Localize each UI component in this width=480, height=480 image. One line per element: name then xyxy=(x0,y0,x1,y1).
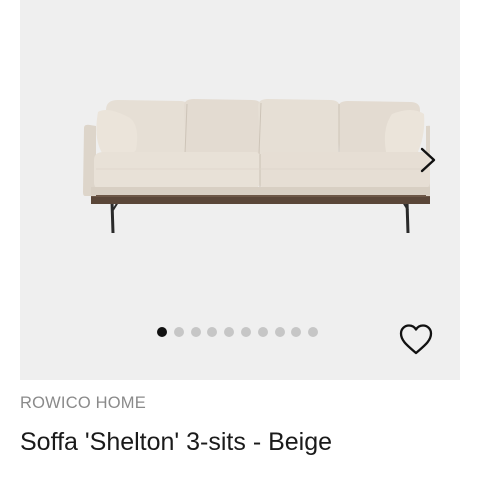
image-dot-7[interactable] xyxy=(257,327,268,337)
image-dot-10[interactable] xyxy=(308,327,319,337)
image-dot-8[interactable] xyxy=(274,327,285,337)
image-dot-4[interactable] xyxy=(207,327,218,337)
image-dot-3[interactable] xyxy=(190,327,201,337)
image-dot-5[interactable] xyxy=(224,327,235,337)
product-title: Soffa 'Shelton' 3-sits - Beige xyxy=(20,428,333,456)
image-dot-6[interactable] xyxy=(240,327,251,337)
product-image-gallery[interactable] xyxy=(20,0,460,380)
image-dot-1[interactable] xyxy=(157,327,167,337)
favorite-heart-icon[interactable] xyxy=(398,322,434,358)
image-dot-9[interactable] xyxy=(291,327,302,337)
sofa-product-image xyxy=(83,99,430,234)
image-dot-2[interactable] xyxy=(173,327,184,337)
brand-name[interactable]: ROWICO HOME xyxy=(20,394,146,413)
next-image-chevron-icon[interactable] xyxy=(416,144,440,176)
image-pagination-dots xyxy=(157,327,319,337)
